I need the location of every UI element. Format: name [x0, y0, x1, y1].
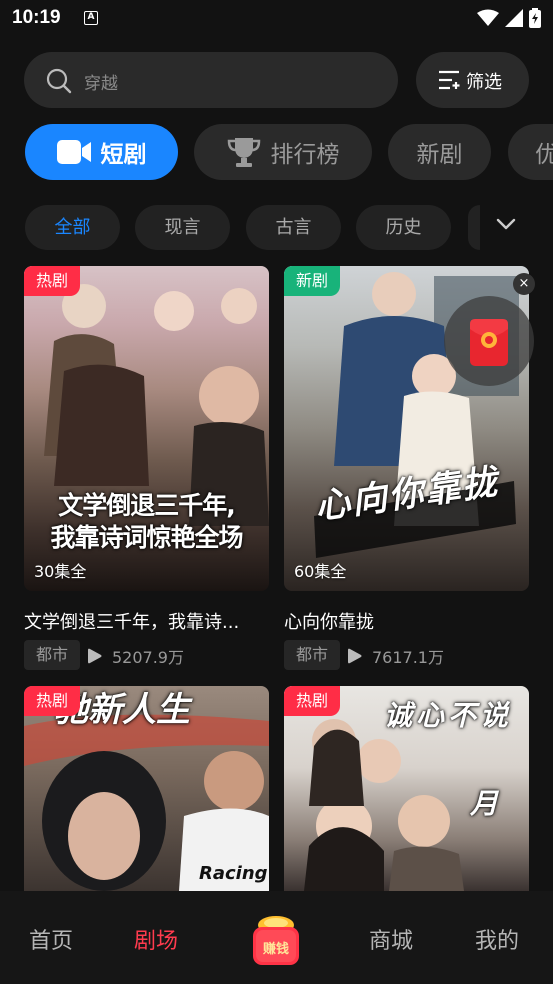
drama-poster[interactable]: 诚心不说 月 热剧	[284, 686, 529, 891]
trophy-icon	[227, 138, 260, 167]
drama-card[interactable]: 文学倒退三千年, 我靠诗词惊艳全场 热剧 30集全 文学倒退三千年，我靠诗...…	[24, 266, 269, 676]
drama-title[interactable]: 文学倒退三千年，我靠诗...	[24, 608, 269, 634]
tab-label: 优	[535, 142, 553, 168]
red-packet-widget[interactable]	[444, 296, 534, 386]
filter-icon	[439, 70, 460, 90]
nav-home[interactable]: 首页	[29, 923, 73, 955]
play-icon	[348, 648, 362, 664]
poster-title-line2: 月	[469, 787, 498, 820]
poster-racing-text: Racing	[199, 863, 268, 884]
play-count: 7617.1万	[372, 648, 444, 667]
genre-tag: 都市	[24, 640, 80, 670]
search-row: 穿越 筛选	[24, 52, 529, 108]
search-icon	[46, 68, 72, 94]
bottom-nav: 首页 剧场 赚钱 商城 我的	[0, 891, 553, 984]
nav-earn[interactable]: 赚钱	[252, 913, 300, 967]
search-placeholder: 穿越	[84, 74, 118, 94]
tab-premium[interactable]: 优	[508, 124, 553, 180]
red-packet-icon	[470, 319, 508, 366]
tab-label: 新剧	[416, 142, 463, 168]
drama-meta: 都市 5207.9万	[24, 640, 269, 670]
genre-tab-history[interactable]: 历史	[356, 205, 451, 250]
signal-icon	[505, 9, 523, 27]
status-bar: 10:19 A	[0, 0, 553, 38]
genre-tag: 都市	[284, 640, 340, 670]
wifi-icon	[477, 9, 499, 26]
search-input[interactable]: 穿越	[24, 52, 398, 108]
earn-label: 赚钱	[262, 942, 289, 957]
new-badge: 新剧	[284, 266, 341, 296]
drama-title[interactable]: 心向你靠拢	[284, 608, 529, 634]
nav-profile[interactable]: 我的	[475, 923, 519, 955]
filter-label: 筛选	[466, 72, 502, 93]
genre-tab-modern[interactable]: 现言	[135, 205, 230, 250]
hot-badge: 热剧	[24, 266, 81, 296]
tab-new-drama[interactable]: 新剧	[388, 124, 491, 180]
nav-theater[interactable]: 剧场	[134, 923, 178, 955]
notification-icon: A	[84, 11, 98, 25]
drama-poster[interactable]: Racing 驰新人生 热剧	[24, 686, 269, 891]
play-count: 5207.9万	[112, 648, 184, 667]
video-camera-icon	[56, 140, 91, 164]
drama-poster[interactable]: 文学倒退三千年, 我靠诗词惊艳全场 热剧 30集全	[24, 266, 269, 591]
play-icon	[88, 648, 102, 664]
hot-badge: 热剧	[284, 686, 341, 716]
tab-label: 短剧	[100, 142, 147, 168]
poster-title-line1: 诚心不说	[383, 699, 512, 732]
close-button[interactable]: ×	[513, 273, 535, 295]
filter-button[interactable]: 筛选	[416, 52, 529, 108]
poster-title-line1: 文学倒退三千年,	[58, 491, 236, 520]
category-tabs: 短剧 排行榜 新剧 优	[0, 124, 553, 181]
tab-ranking[interactable]: 排行榜	[194, 124, 372, 180]
chevron-down-icon[interactable]	[496, 217, 516, 231]
hot-badge: 热剧	[24, 686, 81, 716]
drama-card[interactable]: Racing 驰新人生 热剧	[24, 686, 269, 891]
tab-short-drama[interactable]: 短剧	[25, 124, 178, 180]
poster-title-line2: 我靠诗词惊艳全场	[50, 523, 243, 552]
battery-icon	[529, 8, 541, 28]
drama-meta: 都市 7617.1万	[284, 640, 529, 670]
tab-label: 排行榜	[270, 142, 340, 168]
genre-tab-ancient[interactable]: 古言	[246, 205, 341, 250]
drama-card[interactable]: 诚心不说 月 热剧	[284, 686, 529, 891]
genre-filter-tabs: 全部 现言 古言 历史	[0, 205, 553, 251]
nav-mall[interactable]: 商城	[369, 923, 413, 955]
status-icons	[477, 8, 541, 28]
genre-tab-all[interactable]: 全部	[25, 205, 120, 250]
poster-title-line1: 驰新人生	[54, 690, 190, 730]
status-time: 10:19	[12, 7, 61, 28]
episode-count: 60集全	[294, 562, 347, 581]
episode-count: 30集全	[34, 562, 87, 581]
